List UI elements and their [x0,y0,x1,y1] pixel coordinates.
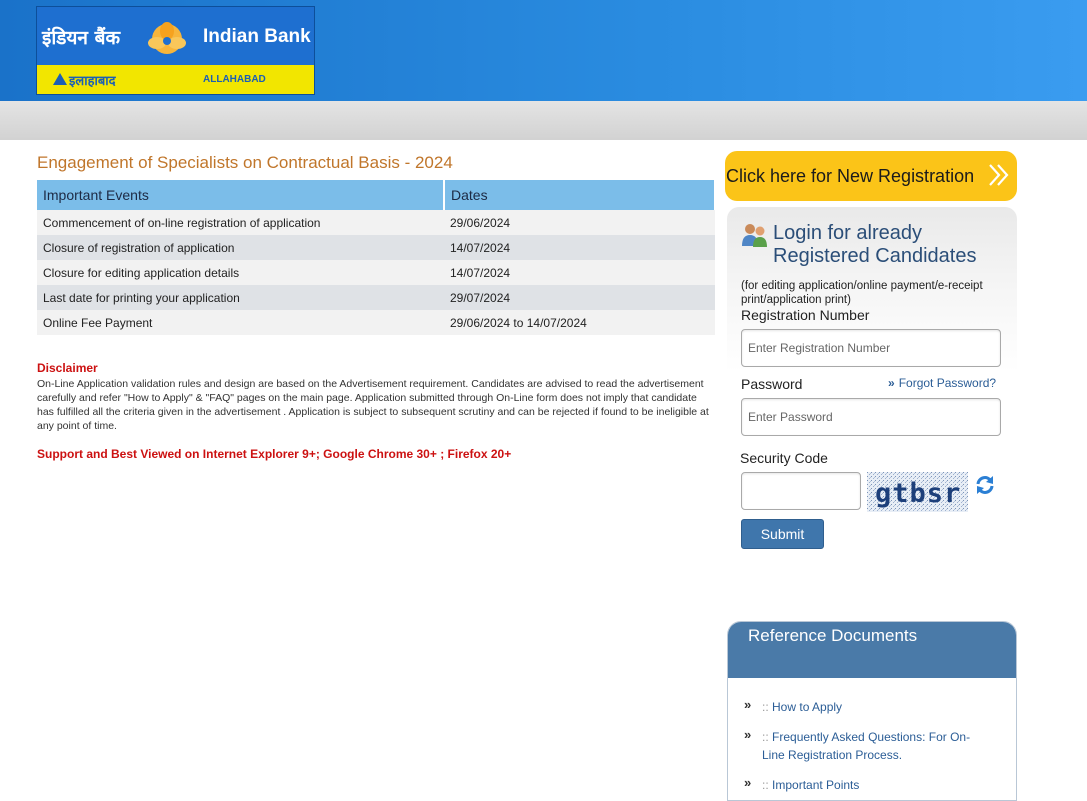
password-input[interactable] [741,398,1001,436]
date-cell: 29/07/2024 [444,285,715,310]
link-label: How to Apply [772,700,843,714]
allahabad-triangle-icon [53,73,67,85]
important-events-table: Important Events Dates Commencement of o… [37,180,716,335]
registration-number-input[interactable] [741,329,1001,367]
login-title: Login for already Registered Candidates [773,222,976,268]
reference-link-important-points[interactable]: » :: Important Points [744,775,984,794]
event-cell: Commencement of on-line registration of … [37,210,444,235]
date-cell: 14/07/2024 [444,260,715,285]
link-separator: :: [762,700,769,714]
table-row: Last date for printing your application … [37,285,715,310]
event-cell: Last date for printing your application [37,285,444,310]
logo-allahabad-english: ALLAHABAD [203,74,266,85]
logo-hindi-text: इंडियन बैंक [42,27,121,49]
reference-documents-title: Reference Documents [748,626,918,645]
date-cell: 29/06/2024 [444,210,715,235]
disclaimer-heading: Disclaimer [37,361,98,375]
captcha-image: gtbsr [867,472,968,512]
reference-documents-panel: Reference Documents » :: How to Apply » … [727,621,1017,801]
submit-button[interactable]: Submit [741,519,824,549]
double-chevron-right-icon: » [744,775,752,790]
reference-link-faq[interactable]: » :: Frequently Asked Questions: For On-… [744,727,984,764]
reference-link-text: :: How to Apply [744,698,984,716]
login-note: (for editing application/online payment/… [741,280,983,306]
captcha-text: gtbsr [875,478,961,509]
browser-support-note: Support and Best Viewed on Internet Expl… [37,447,512,461]
users-icon [742,224,767,247]
login-title-line2: Registered Candidates [773,245,977,267]
event-cell: Online Fee Payment [37,310,444,335]
registration-number-label: Registration Number [741,307,870,323]
double-chevron-right-icon [989,164,1009,186]
double-chevron-right-icon: » [888,376,895,390]
indian-bank-emblem-icon [148,22,186,54]
security-code-input[interactable] [741,472,861,510]
logo-allahabad-hindi: इलाहाबाद [69,74,116,89]
event-cell: Closure for editing application details [37,260,444,285]
logo-top-band: इंडियन बैंक Indian Bank [37,7,314,65]
link-separator: :: [762,730,769,744]
table-row: Commencement of on-line registration of … [37,210,715,235]
column-header-dates: Dates [444,180,716,210]
login-title-line1: Login for already [773,222,922,244]
link-label: Frequently Asked Questions: For On-Line … [762,730,971,762]
forgot-password-label: Forgot Password? [898,376,997,390]
logo-bottom-band: इलाहाबाद ALLAHABAD [37,65,314,94]
new-registration-button[interactable]: Click here for New Registration [725,151,1017,201]
date-cell: 14/07/2024 [444,235,715,260]
table-header-row: Important Events Dates [37,180,716,210]
bank-logo[interactable]: इंडियन बैंक Indian Bank इलाहाबाद ALLAHAB… [36,6,315,95]
logo-english-text: Indian Bank [203,26,311,47]
table-row: Closure for editing application details … [37,260,715,285]
security-code-label: Security Code [740,450,828,466]
reference-link-text: :: Frequently Asked Questions: For On-Li… [744,728,984,764]
table-row: Closure of registration of application 1… [37,235,715,260]
reference-documents-header: Reference Documents [728,622,1016,678]
table-row: Online Fee Payment 29/06/2024 to 14/07/2… [37,310,715,335]
column-header-events: Important Events [37,180,445,210]
link-label: Important Points [772,778,860,792]
password-label: Password [741,376,803,392]
new-registration-label: Click here for New Registration [726,166,975,186]
date-cell: 29/06/2024 to 14/07/2024 [444,310,715,335]
link-separator: :: [762,778,769,792]
page-title: Engagement of Specialists on Contractual… [37,153,453,172]
double-chevron-right-icon: » [744,697,752,712]
double-chevron-right-icon: » [744,727,752,742]
nav-bar [0,101,1087,140]
forgot-password-link[interactable]: » Forgot Password? [888,376,996,390]
refresh-captcha-icon[interactable] [974,474,996,496]
event-cell: Closure of registration of application [37,235,444,260]
reference-link-text: :: Important Points [744,776,984,794]
disclaimer-text: On-Line Application validation rules and… [37,378,709,432]
site-header: इंडियन बैंक Indian Bank इलाहाबाद ALLAHAB… [0,0,1087,101]
reference-link-how-to-apply[interactable]: » :: How to Apply [744,697,984,716]
